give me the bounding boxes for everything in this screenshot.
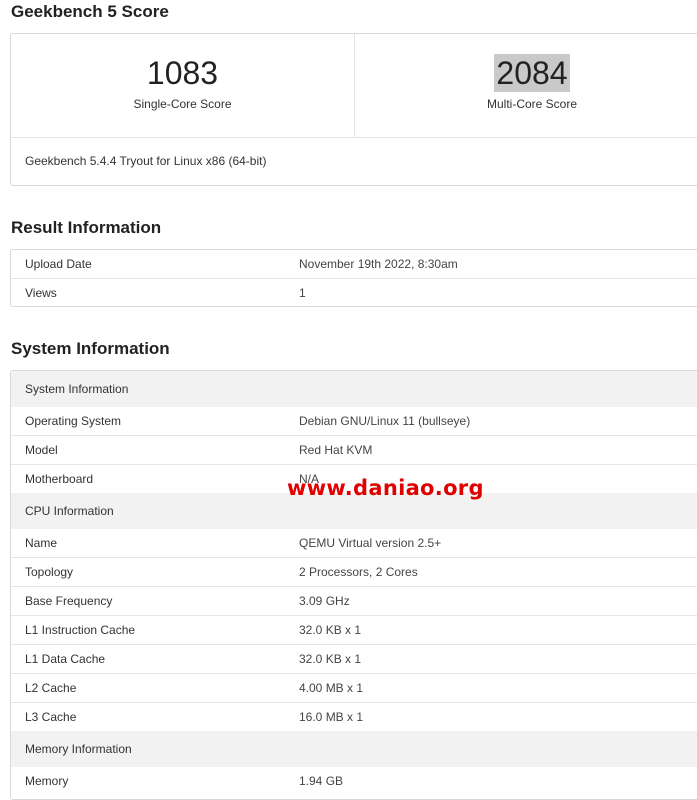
- row-key: Name: [25, 536, 58, 550]
- table-row: Views 1: [11, 278, 697, 306]
- row-value: 16.0 MB x 1: [299, 710, 364, 724]
- row-key: L2 Cache: [25, 681, 77, 695]
- upload-date-key: Upload Date: [25, 257, 92, 271]
- table-row: Topology 2 Processors, 2 Cores: [11, 557, 697, 586]
- table-row: Name QEMU Virtual version 2.5+: [11, 529, 697, 557]
- table-row: Model Red Hat KVM: [11, 435, 697, 464]
- section-header-label: CPU Information: [25, 504, 114, 518]
- row-key: Model: [25, 443, 58, 457]
- row-key: L1 Instruction Cache: [25, 623, 136, 637]
- row-key: Memory: [25, 774, 69, 788]
- system-information-title: System Information: [11, 339, 170, 358]
- row-value: QEMU Virtual version 2.5+: [299, 536, 442, 550]
- row-key: Base Frequency: [25, 594, 113, 608]
- multi-core-score: 2084: [494, 54, 570, 92]
- views-key: Views: [25, 286, 57, 300]
- row-value: 32.0 KB x 1: [299, 652, 362, 666]
- section-header-label: Memory Information: [25, 742, 132, 756]
- row-key: Motherboard: [25, 472, 94, 486]
- geekbench-score-title: Geekbench 5 Score: [11, 2, 169, 21]
- row-key: Operating System: [25, 414, 122, 428]
- table-row: L3 Cache 16.0 MB x 1: [11, 702, 697, 731]
- row-value: Red Hat KVM: [299, 443, 373, 457]
- single-core-cell: 1083 Single-Core Score: [11, 34, 354, 137]
- section-header-system: System Information: [11, 371, 697, 407]
- section-header-memory: Memory Information: [11, 731, 697, 767]
- section-header-label: System Information: [25, 382, 129, 396]
- scores-row: 1083 Single-Core Score 2084 Multi-Core S…: [11, 34, 697, 138]
- multi-core-label: Multi-Core Score: [486, 97, 578, 111]
- row-value: 3.09 GHz: [299, 594, 350, 608]
- views-value: 1: [299, 286, 306, 300]
- table-row: L1 Data Cache 32.0 KB x 1: [11, 644, 697, 673]
- table-row: Base Frequency 3.09 GHz: [11, 586, 697, 615]
- row-value: 1.94 GB: [299, 774, 344, 788]
- table-row: Upload Date November 19th 2022, 8:30am: [11, 250, 697, 278]
- row-value: 2 Processors, 2 Cores: [299, 565, 418, 579]
- row-value: Debian GNU/Linux 11 (bullseye): [299, 414, 471, 428]
- table-row: Operating System Debian GNU/Linux 11 (bu…: [11, 407, 697, 435]
- row-key: L1 Data Cache: [25, 652, 106, 666]
- score-card: 1083 Single-Core Score 2084 Multi-Core S…: [10, 33, 697, 186]
- table-row: L2 Cache 4.00 MB x 1: [11, 673, 697, 702]
- result-table: Upload Date November 19th 2022, 8:30am V…: [10, 249, 697, 307]
- single-core-label: Single-Core Score: [133, 97, 232, 111]
- upload-date-value: November 19th 2022, 8:30am: [299, 257, 458, 271]
- row-value: 4.00 MB x 1: [299, 681, 364, 695]
- result-information-title: Result Information: [11, 218, 162, 237]
- row-key: L3 Cache: [25, 710, 77, 724]
- table-row: L1 Instruction Cache 32.0 KB x 1: [11, 615, 697, 644]
- multi-core-cell: 2084 Multi-Core Score: [354, 34, 697, 137]
- row-key: Topology: [25, 565, 74, 579]
- row-value: 32.0 KB x 1: [299, 623, 362, 637]
- system-table: System Information Operating System Debi…: [10, 370, 697, 800]
- watermark: www.daniao.org: [287, 476, 484, 500]
- single-core-score: 1083: [146, 55, 219, 91]
- table-row: Memory 1.94 GB: [11, 767, 697, 795]
- geekbench-version: Geekbench 5.4.4 Tryout for Linux x86 (64…: [25, 154, 267, 168]
